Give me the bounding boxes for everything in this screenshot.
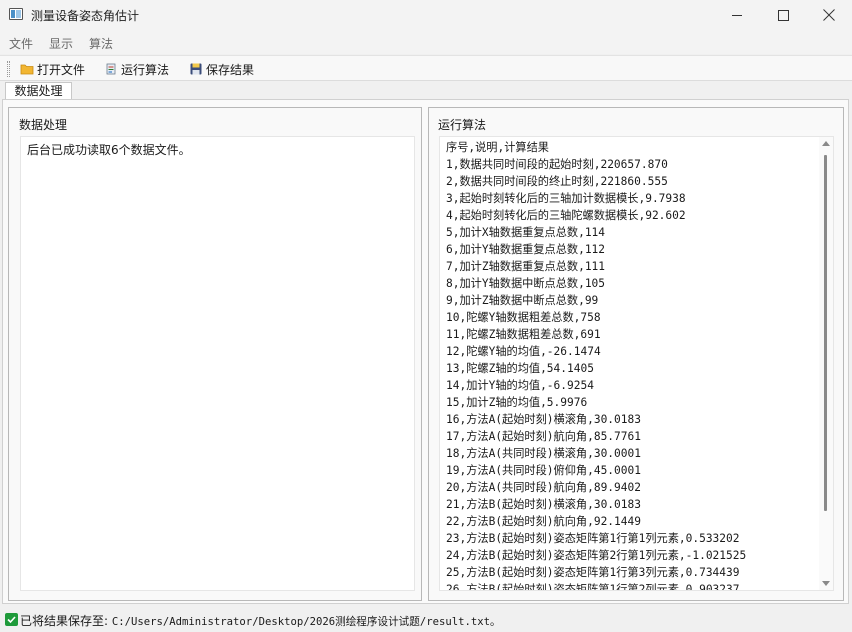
status-label: 已将结果保存至:	[20, 614, 109, 628]
open-file-label: 打开文件	[37, 62, 86, 77]
result-line: 12,陀螺Y轴的均值,-26.1474	[446, 345, 601, 358]
maximize-button[interactable]	[760, 0, 806, 30]
result-line: 13,陀螺Z轴的均值,54.1405	[446, 362, 594, 375]
minimize-icon	[731, 14, 742, 16]
tab-strip: 数据处理	[0, 81, 852, 101]
result-line: 16,方法A(起始时刻)横滚角,30.0183	[446, 413, 641, 426]
result-line: 17,方法A(起始时刻)航向角,85.7761	[446, 430, 641, 443]
result-line: 24,方法B(起始时刻)姿态矩阵第2行第1列元素,-1.021525	[446, 549, 747, 562]
status-path: C:/Users/Administrator/Desktop/2026测绘程序设…	[111, 616, 501, 628]
result-line: 8,加计Y轴数据中断点总数,105	[446, 277, 606, 290]
run-algorithm-button[interactable]: 运行算法	[104, 60, 169, 78]
window-title: 测量设备姿态角估计	[31, 9, 140, 23]
minimize-button[interactable]	[714, 0, 760, 30]
status-bar: 已将结果保存至: C:/Users/Administrator/Desktop/…	[0, 608, 852, 632]
tab-panel: 数据处理 后台已成功读取6个数据文件。 运行算法 序号,说明,计算结果 1,数据共…	[2, 99, 849, 604]
result-line: 11,陀螺Z轴数据粗差总数,691	[446, 328, 601, 341]
data-processing-group-title: 数据处理	[19, 118, 68, 132]
folder-icon	[20, 64, 34, 75]
result-line: 21,方法B(起始时刻)横滚角,30.0183	[446, 498, 641, 511]
menu-algorithm[interactable]: 算法	[89, 35, 113, 52]
result-line: 26,方法B(起始时刻)姿态矩阵第1行第2列元素,0.903237	[446, 583, 740, 591]
toolbar: 打开文件 运行算法 保存结果	[0, 55, 852, 81]
save-results-button[interactable]: 保存结果	[189, 60, 254, 78]
results-textbox[interactable]: 序号,说明,计算结果 1,数据共同时间段的起始时刻,220657.870 2,数据共…	[439, 136, 834, 591]
title-bar: 测量设备姿态角估计	[0, 0, 852, 30]
close-button[interactable]	[806, 0, 852, 30]
result-line: 5,加计X轴数据重复点总数,114	[446, 226, 606, 239]
result-line: 2,数据共同时间段的终止时刻,221860.555	[446, 175, 668, 188]
app-icon	[9, 8, 23, 20]
menu-view[interactable]: 显示	[49, 35, 73, 52]
data-processing-textbox[interactable]: 后台已成功读取6个数据文件。	[20, 136, 415, 591]
run-algorithm-group: 运行算法 序号,说明,计算结果 1,数据共同时间段的起始时刻,220657.870…	[428, 107, 844, 601]
checkmark-icon	[5, 613, 18, 626]
result-line: 4,起始时刻转化后的三轴陀螺数据模长,92.602	[446, 209, 686, 222]
result-line: 14,加计Y轴的均值,-6.9254	[446, 379, 594, 392]
close-icon	[823, 9, 835, 21]
result-line: 15,加计Z轴的均值,5.9976	[446, 396, 588, 409]
run-icon	[106, 63, 116, 75]
run-algorithm-label: 运行算法	[121, 62, 170, 77]
results-scrollbar[interactable]	[819, 137, 833, 590]
run-algorithm-group-title: 运行算法	[438, 118, 487, 132]
save-icon	[190, 63, 202, 75]
results-list: 序号,说明,计算结果 1,数据共同时间段的起始时刻,220657.870 2,数据共…	[446, 139, 818, 591]
menu-file[interactable]: 文件	[9, 35, 33, 52]
menu-bar: 文件 显示 算法	[0, 30, 852, 54]
data-processing-group: 数据处理 后台已成功读取6个数据文件。	[8, 107, 422, 601]
result-line: 18,方法A(共同时段)横滚角,30.0001	[446, 447, 641, 460]
result-line: 1,数据共同时间段的起始时刻,220657.870	[446, 158, 668, 171]
result-line: 23,方法B(起始时刻)姿态矩阵第1行第1列元素,0.533202	[446, 532, 740, 545]
result-line: 序号,说明,计算结果	[446, 141, 549, 154]
result-line: 6,加计Y轴数据重复点总数,112	[446, 243, 606, 256]
result-line: 10,陀螺Y轴数据粗差总数,758	[446, 311, 601, 324]
result-line: 20,方法A(共同时段)航向角,89.9402	[446, 481, 641, 494]
scroll-down-arrow-icon[interactable]	[822, 581, 830, 586]
result-line: 9,加计Z轴数据中断点总数,99	[446, 294, 599, 307]
result-line: 7,加计Z轴数据重复点总数,111	[446, 260, 606, 273]
scroll-up-arrow-icon[interactable]	[822, 141, 830, 146]
maximize-icon	[777, 9, 789, 21]
data-processing-text: 后台已成功读取6个数据文件。	[27, 143, 191, 157]
status-message: 已将结果保存至: C:/Users/Administrator/Desktop/…	[20, 612, 501, 629]
scroll-thumb[interactable]	[824, 155, 827, 511]
save-results-label: 保存结果	[206, 62, 255, 77]
open-file-button[interactable]: 打开文件	[20, 60, 85, 78]
result-line: 22,方法B(起始时刻)航向角,92.1449	[446, 515, 641, 528]
result-line: 25,方法B(起始时刻)姿态矩阵第1行第3列元素,0.734439	[446, 566, 740, 579]
result-line: 19,方法A(共同时段)俯仰角,45.0001	[446, 464, 641, 477]
toolbar-grip[interactable]	[7, 61, 10, 77]
result-line: 3,起始时刻转化后的三轴加计数据模长,9.7938	[446, 192, 686, 205]
